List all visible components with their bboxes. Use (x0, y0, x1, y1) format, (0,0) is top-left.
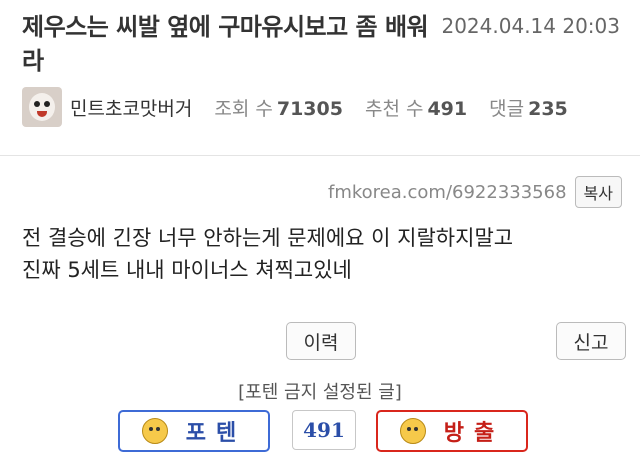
views-count: 71305 (276, 97, 343, 120)
divider (0, 155, 640, 156)
comments-stat[interactable]: 댓글 235 (489, 94, 568, 121)
url-row: fmkorea.com/6922333568 복사 (328, 176, 622, 208)
upvote-label: 포텐 (185, 421, 247, 446)
thumbs-down-face-icon (399, 418, 426, 444)
views-stat: 조회 수 71305 (214, 94, 343, 121)
report-button[interactable]: 신고 (556, 322, 626, 360)
avatar[interactable] (22, 87, 62, 127)
views-label: 조회 수 (214, 97, 273, 120)
downvote-label: 방출 (443, 421, 505, 446)
recommend-count: 491 (427, 97, 468, 120)
upvote-button[interactable]: 포텐 (118, 410, 270, 452)
author-name[interactable]: 민트초코맛버거 (70, 94, 192, 121)
recommend-stat: 추천 수 491 (365, 94, 467, 121)
post-body: 전 결승에 긴장 너무 안하는게 문제에요 이 지랄하지말고 진짜 5세트 내내… (22, 222, 513, 286)
post-title: 제우스는 씨발 옆에 구마유시보고 좀 배워라 (22, 13, 429, 75)
history-button[interactable]: 이력 (286, 322, 356, 360)
recommend-label: 추천 수 (364, 97, 424, 120)
vote-count: 491 (292, 410, 356, 450)
potential-ban-notice: [포텐 금지 설정된 글] (238, 382, 402, 403)
post-date: 2024.04.14 20:03 (441, 14, 620, 38)
copy-button[interactable]: 복사 (574, 176, 622, 208)
body-line: 진짜 5세트 내내 마이너스 쳐찍고있네 (22, 258, 352, 282)
post-url[interactable]: fmkorea.com/6922333568 (328, 182, 567, 203)
thumbs-up-face-icon (141, 418, 168, 444)
downvote-button[interactable]: 방출 (376, 410, 528, 452)
body-line: 전 결승에 긴장 너무 안하는게 문제에요 이 지랄하지말고 (22, 226, 514, 250)
comments-label: 댓글 (489, 97, 525, 120)
comments-count: 235 (528, 97, 568, 120)
post-meta: 민트초코맛버거 조회 수 71305 추천 수 491 댓글 235 (22, 86, 590, 128)
